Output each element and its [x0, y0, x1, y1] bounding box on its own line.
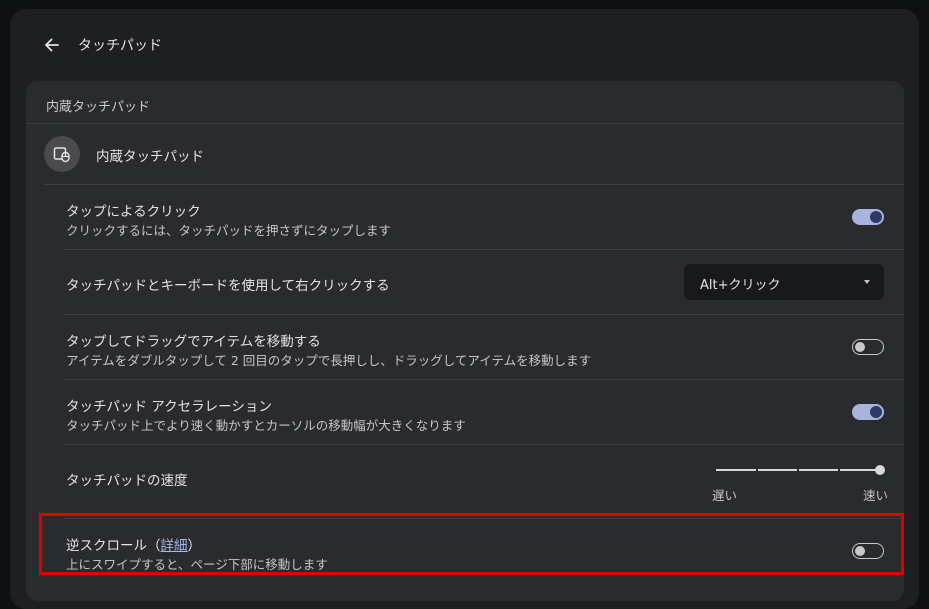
speed-min-label: 遅い [712, 488, 738, 503]
reverse-scroll-subtitle: 上にスワイプすると、ページ下部に移動します [66, 557, 328, 572]
learn-more-link[interactable]: 詳細 [161, 538, 188, 554]
touchpad-icon [44, 136, 80, 172]
slider-tick [797, 468, 799, 472]
slider-tick [756, 468, 758, 472]
right-click-dropdown[interactable]: Alt+クリック [684, 264, 884, 300]
right-click-title: タッチパッドとキーボードを使用して右クリックする [66, 278, 390, 294]
setting-row-acceleration: タッチパッド アクセラレーション タッチパッド上でより速く動かすとカーソルの移動… [46, 380, 904, 444]
speed-max-label: 速い [862, 488, 888, 503]
slider-thumb[interactable] [875, 465, 885, 475]
setting-row-right-click: タッチパッドとキーボードを使用して右クリックする Alt+クリック [46, 250, 904, 314]
setting-row-tap-click: タップによるクリック クリックするには、タッチパッドを押さずにタップします [46, 185, 904, 249]
setting-row-reverse-scroll: 逆スクロール（詳細） 上にスワイプすると、ページ下部に移動します [46, 519, 904, 583]
toggle-knob [870, 211, 882, 223]
reverse-scroll-title-prefix: 逆スクロール（ [66, 538, 161, 554]
tap-click-title: タップによるクリック [66, 204, 201, 220]
page-header: タッチパッド [10, 9, 919, 81]
reverse-scroll-toggle[interactable] [852, 543, 884, 559]
tap-drag-title: タップしてドラッグでアイテムを移動する [66, 334, 321, 350]
speed-slider[interactable]: 遅い 速い [712, 459, 888, 505]
tap-click-toggle[interactable] [852, 209, 884, 225]
reverse-scroll-title: 逆スクロール（詳細） [66, 534, 201, 554]
reverse-scroll-title-suffix: ） [187, 538, 202, 554]
setting-row-tap-drag: タップしてドラッグでアイテムを移動する アイテムをダブルタップして 2 回目のタ… [46, 315, 904, 379]
touchpad-settings-card: 内蔵タッチパッド 内蔵タッチパッド タップによるクリック クリックするには、タッ… [26, 81, 904, 601]
settings-window: タッチパッド 内蔵タッチパッド 内蔵タッチパッド タップによるクリック クリック… [10, 9, 919, 609]
back-button[interactable] [38, 31, 66, 59]
dropdown-value: Alt+クリック [700, 278, 781, 293]
acceleration-subtitle: タッチパッド上でより速く動かすとカーソルの移動幅が大きくなります [66, 418, 466, 433]
page-title: タッチパッド [78, 38, 162, 54]
chevron-down-icon [864, 280, 870, 284]
toggle-knob [855, 342, 865, 352]
toggle-knob [870, 406, 882, 418]
device-row: 内蔵タッチパッド [26, 124, 904, 184]
speed-title: タッチパッドの速度 [66, 473, 188, 489]
tap-click-subtitle: クリックするには、タッチパッドを押さずにタップします [66, 223, 392, 238]
section-title: 内蔵タッチパッド [46, 100, 151, 115]
setting-row-speed: タッチパッドの速度 遅い 速い [46, 445, 904, 519]
slider-tick [838, 468, 840, 472]
toggle-knob [855, 546, 865, 556]
acceleration-toggle[interactable] [852, 404, 884, 420]
acceleration-title: タッチパッド アクセラレーション [66, 399, 272, 415]
tap-drag-toggle[interactable] [852, 339, 884, 355]
slider-track [716, 468, 880, 472]
tap-drag-subtitle: アイテムをダブルタップして 2 回目のタップで長押しし、ドラッグしてアイテムを移… [66, 353, 592, 368]
device-label: 内蔵タッチパッド [96, 149, 204, 165]
arrow-left-icon [45, 38, 59, 52]
